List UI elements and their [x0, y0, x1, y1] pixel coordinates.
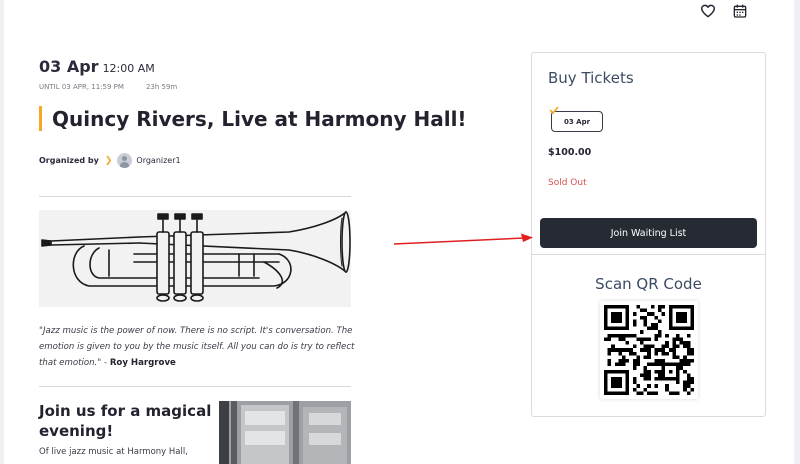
trumpet-image: [39, 210, 351, 307]
card-divider: [532, 254, 765, 255]
organized-by-label: Organized by: [39, 156, 99, 165]
divider: [39, 386, 351, 387]
event-date-day: 03 Apr: [39, 57, 99, 76]
event-title-block: Quincy Rivers, Live at Harmony Hall!: [39, 106, 467, 131]
chevron-right-icon: ❯: [104, 155, 113, 166]
buy-tickets-title: Buy Tickets: [548, 69, 634, 87]
quote-text: "Jazz music is the power of now. There i…: [39, 326, 355, 368]
buy-tickets-card: Buy Tickets 03 Apr $100.00 Sold Out Join…: [531, 52, 766, 417]
venue-photo-shapes: [219, 401, 351, 464]
header-actions: [700, 3, 748, 19]
qr-code-pattern: [604, 305, 694, 395]
jazz-quote: "Jazz music is the power of now. There i…: [39, 323, 357, 371]
event-until: UNTIL 03 APR, 11:59 PM: [39, 83, 124, 91]
venue-photo: [219, 401, 351, 464]
ticket-date-label: 03 Apr: [563, 117, 591, 126]
organizer-avatar[interactable]: [117, 153, 133, 168]
scrollbar-track[interactable]: [794, 0, 800, 464]
event-title: Quincy Rivers, Live at Harmony Hall!: [52, 106, 467, 131]
heart-icon[interactable]: [700, 3, 716, 19]
event-time: 12:00 AM: [102, 62, 155, 75]
organizer-name[interactable]: Organizer1: [136, 156, 180, 165]
join-waiting-list-button[interactable]: Join Waiting List: [540, 218, 757, 248]
checkmark-icon: [549, 106, 559, 114]
event-date: 03 Apr 12:00 AM: [39, 57, 155, 76]
trumpet-illustration: [41, 211, 351, 302]
annotation-arrow: [393, 233, 533, 245]
event-duration: 23h 59m: [145, 83, 178, 91]
quote-author: Roy Hargrove: [109, 358, 176, 368]
ticket-date-option[interactable]: 03 Apr: [551, 111, 603, 132]
sold-out-status: Sold Out: [548, 178, 587, 188]
calendar-icon[interactable]: [732, 3, 748, 19]
ticket-price: $100.00: [548, 147, 592, 158]
section-text: Of live jazz music at Harmony Hall,: [39, 447, 188, 457]
divider: [39, 196, 351, 197]
section-title: Join us for a magical evening!: [39, 402, 212, 440]
scan-qr-title: Scan QR Code: [595, 275, 702, 293]
organizer-row: Organized by ❯ Organizer1: [39, 153, 181, 168]
page-left-edge: [0, 0, 4, 464]
event-until-row: UNTIL 03 APR, 11:59 PM 23h 59m: [39, 83, 177, 91]
qr-code: [600, 301, 698, 399]
